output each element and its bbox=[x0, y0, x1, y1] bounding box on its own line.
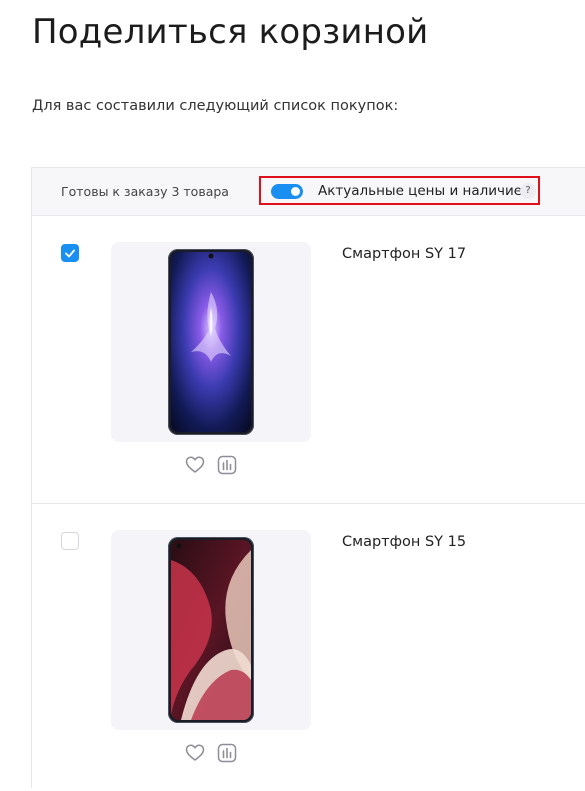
product-name[interactable]: Смартфон SY 15 bbox=[342, 534, 466, 550]
phone-screen bbox=[171, 252, 251, 432]
heart-icon[interactable] bbox=[185, 743, 205, 763]
page-subtitle: Для вас составили следующий список покуп… bbox=[32, 98, 399, 114]
cart-header: Готовы к заказу 3 товара Актуальные цены… bbox=[32, 168, 585, 216]
check-icon bbox=[65, 249, 75, 258]
compare-chart-icon[interactable] bbox=[217, 743, 237, 763]
product-row: Смартфон SY 17 bbox=[32, 216, 585, 504]
phone-screen bbox=[171, 540, 251, 720]
actual-prices-label: Актуальные цены и наличие bbox=[318, 183, 523, 199]
toggle-knob bbox=[291, 187, 300, 196]
heart-icon[interactable] bbox=[185, 455, 205, 475]
compare-chart-icon[interactable] bbox=[217, 455, 237, 475]
actual-prices-toggle-row: Актуальные цены и наличие ? bbox=[259, 176, 540, 205]
phone-picture bbox=[168, 249, 254, 435]
product-row: Смартфон SY 15 bbox=[32, 504, 585, 791]
cart-panel: Готовы к заказу 3 товара Актуальные цены… bbox=[31, 167, 585, 788]
help-icon[interactable]: ? bbox=[520, 183, 536, 199]
product-image[interactable] bbox=[111, 242, 311, 442]
product-name[interactable]: Смартфон SY 17 bbox=[342, 246, 466, 262]
actual-prices-toggle[interactable] bbox=[271, 184, 303, 199]
product-checkbox[interactable] bbox=[61, 244, 79, 262]
page-title: Поделиться корзиной bbox=[32, 12, 429, 52]
product-checkbox[interactable] bbox=[61, 532, 79, 550]
product-image[interactable] bbox=[111, 530, 311, 730]
ready-to-order-label: Готовы к заказу 3 товара bbox=[61, 184, 229, 199]
phone-picture bbox=[168, 537, 254, 723]
